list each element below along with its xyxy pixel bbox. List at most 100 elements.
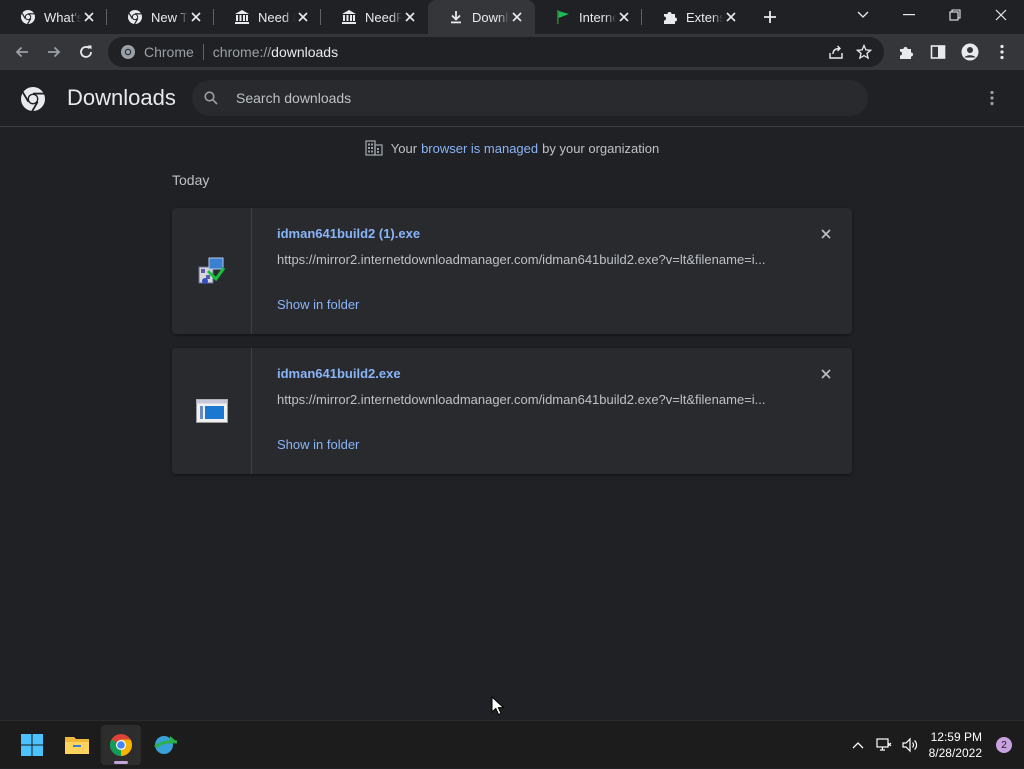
close-icon[interactable] <box>402 9 418 25</box>
puzzle-icon <box>900 47 913 59</box>
close-icon[interactable] <box>723 9 739 25</box>
omnibox-chip: Chrome <box>144 44 194 60</box>
new-tab-button[interactable] <box>753 0 787 34</box>
plus-icon <box>764 11 776 23</box>
profile-button[interactable] <box>954 38 986 66</box>
url-scheme: chrome:// <box>212 44 272 60</box>
close-icon[interactable] <box>616 9 632 25</box>
tab-new-tab[interactable]: New Tab <box>107 0 214 34</box>
tab-label: Downloads <box>472 9 509 25</box>
search-icon <box>204 91 218 105</box>
kebab-menu-icon <box>990 90 994 106</box>
show-in-folder-link[interactable]: Show in folder <box>277 437 359 452</box>
show-in-folder-link[interactable]: Show in folder <box>277 297 359 312</box>
taskbar-file-explorer[interactable] <box>57 725 97 765</box>
tab-extensions[interactable]: Extensions <box>642 0 749 34</box>
restore-button[interactable] <box>932 0 978 30</box>
arrow-left-icon <box>15 46 28 58</box>
remove-download-button[interactable] <box>818 226 834 242</box>
close-icon[interactable] <box>188 9 204 25</box>
managed-prefix: Your <box>390 140 418 156</box>
close-icon <box>821 229 831 239</box>
chrome-icon <box>20 9 36 25</box>
remove-download-button[interactable] <box>818 366 834 382</box>
close-icon <box>995 9 1007 21</box>
close-icon[interactable] <box>81 9 97 25</box>
download-url[interactable]: https://mirror2.internetdownloadmanager.… <box>277 392 777 407</box>
system-tray: 12:59 PM 8/28/2022 2 <box>845 721 1024 769</box>
page-title: Downloads <box>67 85 176 110</box>
notification-badge[interactable]: 2 <box>996 737 1012 753</box>
taskbar-chrome[interactable] <box>101 725 141 765</box>
star-icon <box>856 44 872 60</box>
active-indicator <box>114 761 128 764</box>
download-item: idman641build2 (1).exe https://mirror2.i… <box>172 208 852 334</box>
address-bar[interactable]: Chrome chrome:// downloads <box>108 37 884 67</box>
building-icon <box>365 140 383 156</box>
managed-notice: Your browser is managed by your organiza… <box>0 140 1024 156</box>
start-button[interactable] <box>12 725 52 765</box>
download-filename-link[interactable]: idman641build2.exe <box>277 366 401 381</box>
close-icon[interactable] <box>295 9 311 25</box>
bookmark-button[interactable] <box>850 38 878 66</box>
speaker-icon <box>902 737 917 753</box>
menu-button[interactable] <box>986 38 1018 66</box>
minimize-icon <box>903 14 915 16</box>
downloads-menu-button[interactable] <box>982 88 1002 108</box>
idm-icon <box>154 736 178 754</box>
restore-icon <box>949 9 961 21</box>
downloads-header: Downloads <box>0 70 1024 127</box>
avatar-icon <box>961 43 979 61</box>
download-icon <box>448 9 464 25</box>
reload-icon <box>80 45 92 58</box>
tab-downloads[interactable]: Downloads <box>428 0 535 34</box>
forward-button[interactable] <box>40 38 68 66</box>
chrome-logo-icon <box>21 87 45 112</box>
tab-need-for-2[interactable]: NeedFor <box>321 0 428 34</box>
share-button[interactable] <box>822 38 850 66</box>
chrome-icon <box>121 45 135 59</box>
network-icon <box>876 738 892 751</box>
tab-search-button[interactable] <box>840 0 886 30</box>
omnibox-actions <box>822 37 878 67</box>
omnibox-separator <box>202 44 204 60</box>
side-panel-button[interactable] <box>922 38 954 66</box>
managed-link[interactable]: browser is managed <box>421 141 538 156</box>
toolbar-actions <box>890 38 1018 66</box>
tab-need-for-1[interactable]: Need For <box>214 0 321 34</box>
extensions-button[interactable] <box>890 38 922 66</box>
arrow-right-icon <box>48 46 61 58</box>
search-downloads[interactable] <box>192 80 868 116</box>
download-filename-link[interactable]: idman641build2 (1).exe <box>277 226 420 241</box>
tab-label: Internet <box>579 9 616 25</box>
network-button[interactable] <box>871 730 897 760</box>
share-icon <box>829 45 843 59</box>
tab-internet[interactable]: Internet <box>535 0 642 34</box>
bank-icon <box>341 9 357 25</box>
reload-button[interactable] <box>72 38 100 66</box>
show-hidden-icons-button[interactable] <box>845 730 871 760</box>
window-controls <box>840 0 1024 34</box>
back-button[interactable] <box>8 38 36 66</box>
side-panel-icon <box>930 45 946 59</box>
close-icon <box>821 369 831 379</box>
exe-file-icon <box>195 399 228 423</box>
volume-button[interactable] <box>897 730 923 760</box>
tab-whats-new[interactable]: What's New <box>0 0 107 34</box>
tab-label: What's New <box>44 9 81 25</box>
taskbar-clock[interactable]: 12:59 PM 8/28/2022 <box>929 729 982 761</box>
search-input[interactable] <box>236 90 836 106</box>
chrome-icon <box>127 9 143 25</box>
minimize-button[interactable] <box>886 0 932 30</box>
flag-icon <box>555 9 571 25</box>
toolbar: Chrome chrome:// downloads <box>0 34 1024 70</box>
clock-time: 12:59 PM <box>930 730 982 744</box>
tab-label: NeedFor <box>365 9 402 25</box>
taskbar-idm[interactable] <box>145 725 185 765</box>
close-window-button[interactable] <box>978 0 1024 30</box>
clock-date: 8/28/2022 <box>928 746 982 760</box>
download-url[interactable]: https://mirror2.internetdownloadmanager.… <box>277 252 777 267</box>
taskbar: 12:59 PM 8/28/2022 2 <box>0 720 1024 768</box>
close-icon[interactable] <box>509 9 525 25</box>
windows-logo-icon <box>21 734 43 756</box>
